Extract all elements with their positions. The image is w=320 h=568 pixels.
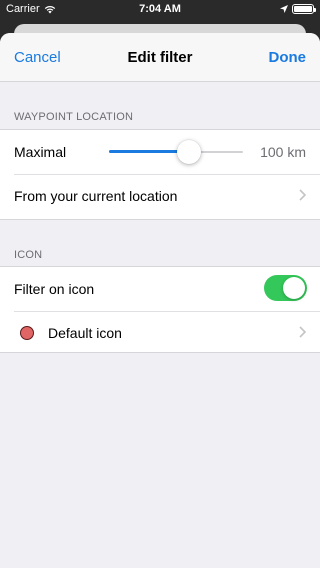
location-arrow-icon [280,5,288,13]
waypoint-location-group: Maximal 100 km From your current locatio… [0,129,320,220]
clock: 7:04 AM [139,3,181,15]
status-bar: Carrier 7:04 AM [0,0,320,20]
default-icon-label: Default icon [48,325,122,341]
battery-icon [292,4,316,14]
section-header-waypoint-location: WAYPOINT LOCATION [14,111,134,123]
from-location-row[interactable]: From your current location [0,174,320,218]
edit-filter-sheet: Cancel Edit filter Done WAYPOINT LOCATIO… [0,33,320,568]
chevron-right-icon [299,325,307,341]
color-dot-icon [20,326,34,340]
distance-row: Maximal 100 km [0,130,320,174]
filter-on-icon-toggle[interactable] [264,275,307,301]
status-icons [280,4,316,14]
default-icon-row[interactable]: Default icon [0,311,320,355]
from-location-label: From your current location [14,188,178,204]
filter-on-icon-label: Filter on icon [14,281,95,297]
chevron-right-icon [299,188,307,204]
filter-on-icon-row: Filter on icon [0,267,320,311]
slider-thumb[interactable] [177,140,202,164]
distance-value: 100 km [260,144,306,160]
toggle-knob [283,277,305,299]
done-button[interactable]: Done [269,49,307,66]
navigation-bar: Cancel Edit filter Done [0,33,320,82]
section-header-icon: ICON [14,249,43,261]
distance-label: Maximal [14,144,67,160]
icon-group: Filter on icon Default icon [0,266,320,353]
distance-slider[interactable] [109,140,243,164]
